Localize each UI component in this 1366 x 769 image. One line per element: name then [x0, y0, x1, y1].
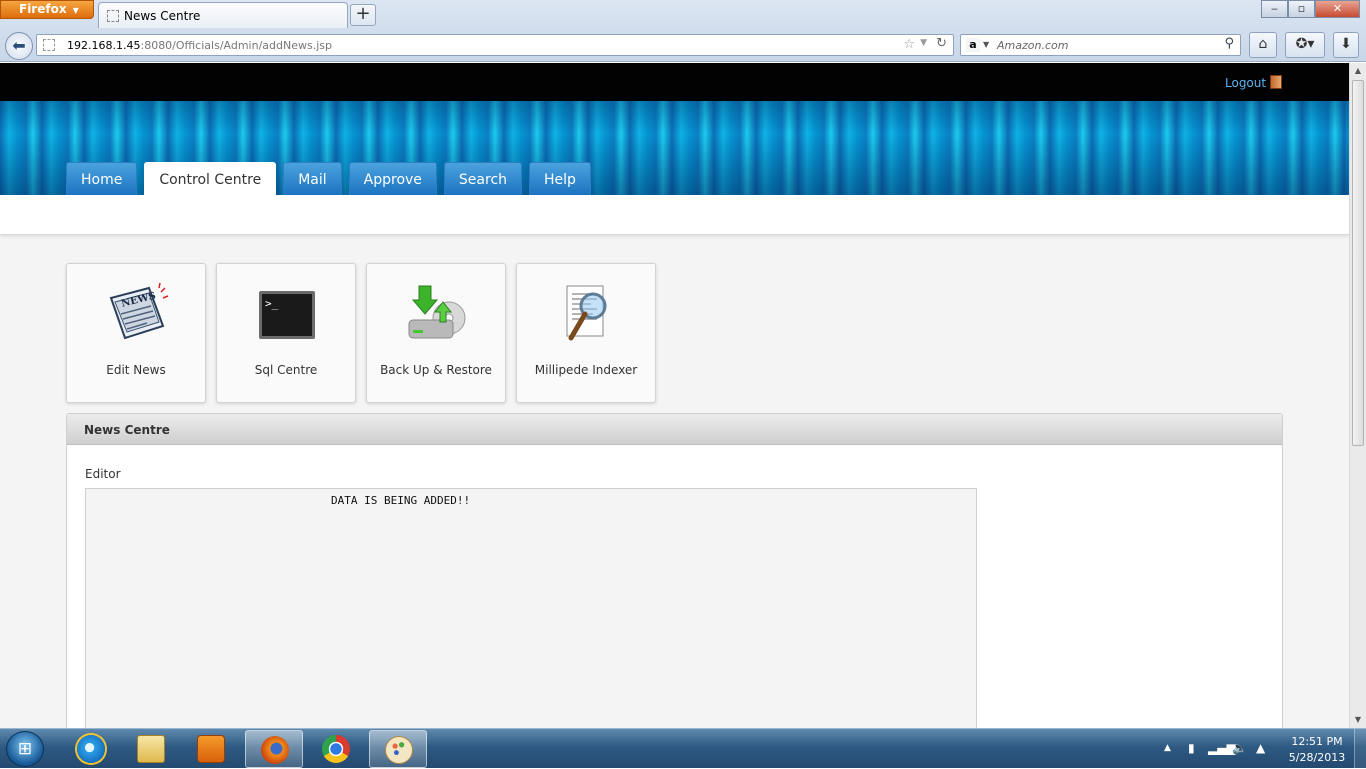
back-arrow-icon: ⬅ — [12, 36, 26, 55]
new-tab-button[interactable]: + — [350, 4, 376, 26]
firefox-icon — [261, 736, 289, 764]
panel-title: News Centre — [67, 414, 1282, 445]
terminal-icon: >_ — [259, 291, 315, 339]
tile-label: Back Up & Restore — [380, 363, 492, 377]
search-engine-dropdown-icon[interactable]: ▼ — [983, 40, 989, 49]
logout-door-icon — [1270, 75, 1283, 89]
search-icon[interactable]: ⚲ — [1224, 36, 1234, 51]
url-bar[interactable]: 192.168.1.45:8080/Officials/Admin/addNew… — [36, 34, 954, 56]
bookmarks-button[interactable]: ✪▾ — [1285, 32, 1325, 58]
bookmarks-icon: ✪▾ — [1295, 36, 1315, 52]
internet-explorer-icon — [77, 735, 105, 763]
search-input[interactable]: a ▼ Amazon.com ⚲ — [960, 34, 1241, 56]
start-button[interactable]: ⊞ — [6, 731, 44, 767]
magnifier-document-icon — [566, 285, 607, 341]
volume-icon[interactable]: 🔈 — [1232, 741, 1247, 755]
maximize-button[interactable]: ▫ — [1288, 0, 1315, 18]
show-hidden-icons[interactable]: ▲ — [1164, 743, 1171, 753]
scroll-down-icon[interactable]: ▼ — [1350, 712, 1366, 728]
firefox-menu-button[interactable]: Firefox ▼ — [0, 0, 94, 19]
taskbar-paint[interactable] — [369, 730, 427, 768]
tile-millipede-indexer[interactable]: Millipede Indexer — [516, 263, 656, 403]
scroll-up-icon[interactable]: ▲ — [1350, 63, 1366, 79]
page-favicon-icon — [107, 10, 119, 22]
site-navigation: Home Control Centre Mail Approve Search … — [66, 162, 598, 195]
editor-label: Editor — [85, 467, 121, 481]
newspaper-icon: NEWS — [109, 282, 169, 340]
close-window-button[interactable]: ✕ — [1315, 0, 1360, 18]
system-clock[interactable]: 12:51 PM 5/28/2013 — [1284, 734, 1350, 766]
home-icon: ⌂ — [1258, 36, 1268, 52]
page-scrollbar[interactable]: ▲ ▼ — [1349, 63, 1366, 728]
nav-tab-search[interactable]: Search — [443, 162, 523, 195]
nav-tab-home[interactable]: Home — [66, 162, 138, 195]
tile-label: Edit News — [106, 363, 166, 377]
clock-time: 12:51 PM — [1291, 735, 1343, 748]
tile-label: Sql Centre — [254, 363, 318, 377]
taskbar-firefox[interactable] — [245, 730, 303, 768]
browser-tab[interactable]: News Centre — [98, 2, 348, 28]
windows-taskbar: ⊞ ▲ ▮ ▂▄▆ 🔈 ▲ 12:51 PM 5/28/2013 — [0, 728, 1366, 769]
tile-sql-centre[interactable]: >_ Sql Centre — [216, 263, 356, 403]
taskbar-internet-explorer[interactable] — [62, 730, 120, 768]
tile-edit-news[interactable]: NEWS Edit News — [66, 263, 206, 403]
firefox-menu-label: Firefox — [19, 2, 67, 16]
logout-label: Logout — [1225, 76, 1267, 90]
window-controls: ‒ ▫ ✕ — [1261, 0, 1360, 18]
tile-label: Millipede Indexer — [534, 363, 638, 377]
taskbar-media-player[interactable] — [182, 730, 240, 768]
browser-tab-title: News Centre — [124, 9, 201, 23]
site-top-bar: Logout — [0, 63, 1349, 101]
svg-text:>_: >_ — [265, 297, 279, 310]
url-host: 192.168.1.45 — [67, 39, 141, 52]
nav-tab-approve[interactable]: Approve — [348, 162, 437, 195]
browser-chrome: Firefox ▼ News Centre + ‒ ▫ ✕ ⬅ 192.168.1… — [0, 0, 1366, 62]
clock-date: 5/28/2013 — [1288, 751, 1346, 764]
chevron-down-icon: ▼ — [72, 6, 79, 15]
chrome-icon — [322, 735, 350, 763]
download-icon: ⬇ — [1340, 36, 1352, 52]
tile-backup-restore[interactable]: Back Up & Restore — [366, 263, 506, 403]
news-centre-panel: News Centre Editor DATA IS BEING ADDED!! — [66, 413, 1283, 728]
windows-logo-icon: ⊞ — [17, 739, 33, 759]
show-desktop-button[interactable] — [1354, 729, 1366, 769]
downloads-button[interactable]: ⬇ — [1333, 32, 1359, 58]
site-identity-icon[interactable] — [43, 39, 55, 51]
search-placeholder: Amazon.com — [997, 39, 1069, 52]
home-button[interactable]: ⌂ — [1249, 32, 1277, 58]
back-button[interactable]: ⬅ — [5, 32, 33, 60]
logout-link[interactable]: Logout — [1225, 75, 1283, 90]
nav-tab-help[interactable]: Help — [529, 162, 591, 195]
paint-icon — [385, 736, 413, 764]
bookmark-star-icon[interactable]: ☆ — [903, 37, 915, 52]
amazon-engine-icon[interactable]: a — [966, 38, 980, 52]
reload-icon[interactable]: ↻ — [936, 36, 947, 51]
taskbar-chrome[interactable] — [307, 730, 365, 768]
nav-tab-mail[interactable]: Mail — [283, 162, 342, 195]
navigation-toolbar: ⬅ 192.168.1.45:8080/Officials/Admin/addN… — [0, 30, 1366, 60]
url-path: :8080/Officials/Admin/addNews.jsp — [140, 39, 332, 52]
scrollbar-thumb[interactable] — [1352, 80, 1364, 446]
url-history-dropdown-icon[interactable]: ▼ — [920, 38, 927, 48]
backup-restore-icon — [408, 285, 466, 339]
media-player-icon — [197, 735, 225, 763]
battery-icon[interactable]: ▮ — [1188, 741, 1195, 755]
sub-navigation-strip — [0, 195, 1349, 235]
minimize-button[interactable]: ‒ — [1261, 0, 1288, 18]
taskbar-file-explorer[interactable] — [122, 730, 180, 768]
editor-content: DATA IS BEING ADDED!! — [331, 494, 471, 507]
news-editor[interactable]: DATA IS BEING ADDED!! — [85, 488, 977, 728]
page-viewport: Logout Home Control Centre Mail Approve … — [0, 63, 1349, 728]
file-explorer-icon — [137, 735, 165, 763]
drive-icon[interactable]: ▲ — [1256, 741, 1265, 755]
nav-tab-control-centre[interactable]: Control Centre — [144, 162, 277, 195]
